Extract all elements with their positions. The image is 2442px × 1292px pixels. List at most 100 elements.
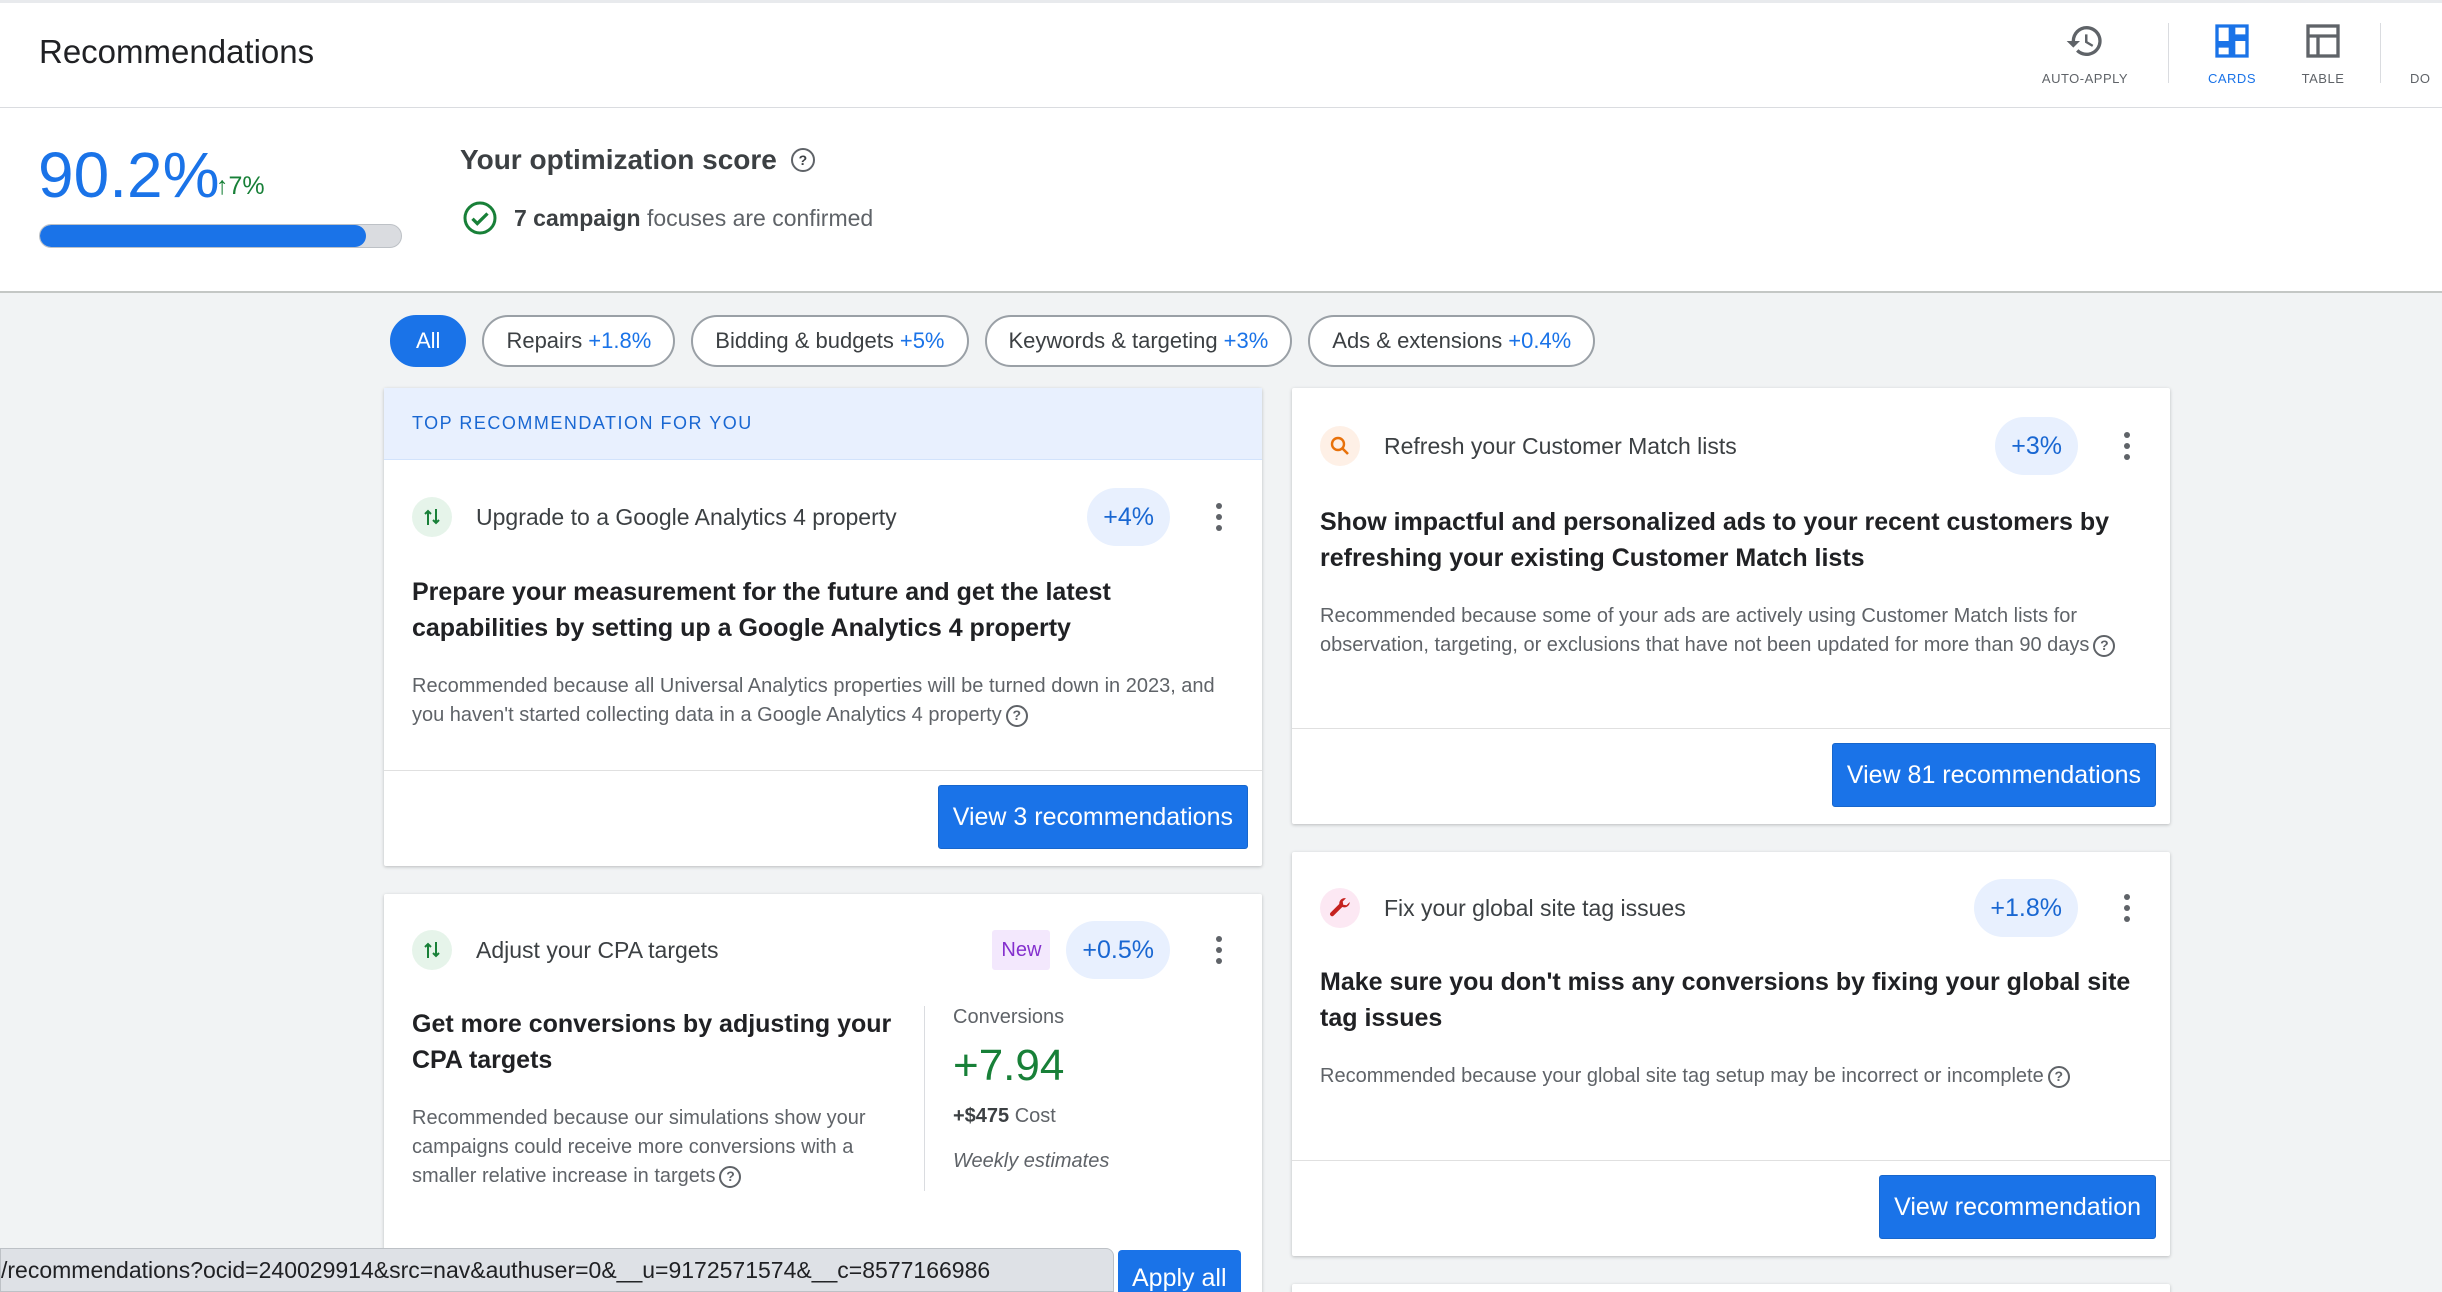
chip-label: Ads & extensions (1332, 328, 1503, 353)
apply-all-button[interactable]: Apply all (1118, 1250, 1241, 1292)
more-options-icon[interactable] (1204, 936, 1234, 964)
chip-pct: +0.4% (1508, 328, 1572, 353)
conversion-estimates: Conversions +7.94 +$475 Cost Weekly esti… (924, 1006, 1109, 1191)
ga4-recommendation-card: TOP RECOMMENDATION FOR YOU Upgrade to a … (384, 388, 1262, 866)
search-icon (1320, 426, 1360, 466)
card-reason-text: Recommended because some of your ads are… (1320, 605, 2090, 656)
score-uplift-badge: +0.5% (1066, 921, 1170, 979)
conversions-value: +7.94 (953, 1041, 1065, 1090)
card-header: Refresh your Customer Match lists +3% (1292, 388, 2170, 504)
card-headline: Prepare your measurement for the future … (412, 578, 1111, 642)
global-site-tag-recommendation-card: Fix your global site tag issues +1.8% Ma… (1292, 852, 2170, 1256)
card-headline: Make sure you don't miss any conversions… (1320, 968, 2131, 1032)
card-reason: Recommended because some of your ads are… (1292, 602, 2170, 660)
cost-label: Cost (1014, 1105, 1056, 1127)
wrench-icon (1320, 888, 1360, 928)
check-circle-icon (463, 201, 497, 235)
top-bar: Recommendations AUTO-APPLY CARDS TABLE D… (0, 0, 2442, 108)
campaign-focus-status: 7 campaign focuses are confirmed (462, 200, 873, 236)
card-reason-text: Recommended because your global site tag… (1320, 1065, 2044, 1087)
table-icon (2306, 24, 2340, 58)
chip-label: Repairs (506, 328, 583, 353)
download-icon (2410, 21, 2442, 61)
chip-label: Bidding & budgets (715, 328, 894, 353)
score-value: 90.2% (38, 139, 220, 211)
page-title: Recommendations (39, 33, 315, 70)
score-progress-bar (39, 224, 402, 248)
more-options-icon[interactable] (2112, 432, 2142, 460)
table-view-label: TABLE (2301, 71, 2345, 86)
more-options-icon[interactable] (2112, 894, 2142, 922)
help-icon[interactable]: ? (790, 148, 815, 172)
card-footer: View 3 recommendations (384, 770, 1262, 866)
chip-label: Keywords & targeting (1008, 328, 1218, 353)
top-recommendation-banner: TOP RECOMMENDATION FOR YOU (384, 388, 1262, 460)
view-81-recommendations-button[interactable]: View 81 recommendations (1831, 743, 2156, 807)
cards-view-button[interactable]: CARDS (2196, 21, 2268, 86)
chip-pct: +3% (1223, 328, 1269, 353)
help-icon[interactable]: ? (1005, 704, 1028, 727)
card-title: Fix your global site tag issues (1384, 894, 1686, 921)
card-header: Adjust your CPA targets New +0.5% (384, 894, 1262, 1006)
browser-status-url: /recommendations?ocid=240029914&src=nav&… (0, 1248, 1114, 1292)
dashboard-icon (2215, 24, 2249, 58)
card-header: Upgrade to a Google Analytics 4 property… (384, 460, 1262, 574)
chip-label: All (416, 328, 441, 353)
history-icon (2066, 26, 2102, 56)
card-reason-text: Recommended because all Universal Analyt… (412, 675, 1215, 726)
card-reason-text: Recommended because our simulations show… (412, 1107, 866, 1187)
new-badge: New (992, 930, 1051, 970)
score-delta-value: 7% (228, 172, 265, 200)
customer-match-recommendation-card: Refresh your Customer Match lists +3% Sh… (1292, 388, 2170, 824)
card-reason: Recommended because our simulations show… (384, 1104, 924, 1191)
card-footer: View 81 recommendations (1292, 728, 2170, 824)
category-filter-chips: All Repairs +1.8% Bidding & budgets +5% Ke… (390, 315, 1596, 367)
cost-estimate: +$475 Cost (953, 1105, 1109, 1128)
view-3-recommendations-button[interactable]: View 3 recommendations (937, 785, 1248, 849)
score-uplift-badge: +3% (1995, 417, 2078, 475)
download-button[interactable]: DO (2410, 21, 2442, 86)
toolbar-divider (2380, 23, 2381, 83)
card-headline: Show impactful and personalized ads to y… (1320, 508, 2110, 572)
card-headline: Get more conversions by adjusting your C… (412, 1010, 892, 1074)
card-title: Upgrade to a Google Analytics 4 property (476, 503, 897, 530)
next-recommendation-card (1292, 1284, 2170, 1292)
bidding-arrows-icon (412, 930, 452, 970)
chip-all[interactable]: All (390, 315, 467, 367)
optimization-score-title: Your optimization score ? (460, 144, 815, 176)
help-icon[interactable]: ? (2093, 634, 2116, 657)
arrow-up-icon: ↑ (216, 172, 229, 200)
score-uplift-badge: +1.8% (1974, 879, 2078, 937)
cost-value: +$475 (953, 1105, 1010, 1127)
auto-apply-label: AUTO-APPLY (2041, 71, 2129, 86)
card-title: Adjust your CPA targets (476, 936, 719, 963)
help-icon[interactable]: ? (719, 1165, 742, 1188)
chip-pct: +5% (899, 328, 945, 353)
cards-view-label: CARDS (2207, 71, 2256, 86)
weekly-estimates-note: Weekly estimates (953, 1150, 1110, 1172)
cpa-recommendation-card: Adjust your CPA targets New +0.5% Get mo… (384, 894, 1262, 1292)
optimization-score-panel: 90.2% ↑7% Your optimization score ? 7 ca… (0, 108, 2442, 293)
view-recommendation-button[interactable]: View recommendation (1879, 1175, 2156, 1239)
download-label: DO (2410, 71, 2431, 86)
help-icon[interactable]: ? (2047, 1065, 2070, 1088)
card-title: Refresh your Customer Match lists (1384, 432, 1737, 459)
campaign-count: 7 campaign (514, 204, 641, 231)
score-uplift-badge: +4% (1087, 488, 1170, 546)
auto-apply-button[interactable]: AUTO-APPLY (2040, 21, 2130, 86)
chip-keywords-targeting[interactable]: Keywords & targeting +3% (984, 315, 1293, 367)
optimization-score-title-text: Your optimization score (460, 144, 777, 175)
chip-repairs[interactable]: Repairs +1.8% (482, 315, 676, 367)
card-reason: Recommended because all Universal Analyt… (384, 672, 1262, 730)
chip-ads-extensions[interactable]: Ads & extensions +0.4% (1308, 315, 1596, 367)
card-header: Fix your global site tag issues +1.8% (1292, 852, 2170, 964)
score-progress-fill (40, 225, 366, 247)
cpa-card-body: Get more conversions by adjusting your C… (384, 1006, 1262, 1191)
table-view-button[interactable]: TABLE (2288, 21, 2358, 86)
campaign-focus-text: focuses are confirmed (646, 204, 874, 231)
chip-bidding-budgets[interactable]: Bidding & budgets +5% (691, 315, 969, 367)
toolbar-divider (2168, 23, 2169, 83)
card-reason: Recommended because your global site tag… (1292, 1062, 2170, 1091)
card-footer: View recommendation (1292, 1160, 2170, 1256)
more-options-icon[interactable] (1204, 503, 1234, 531)
